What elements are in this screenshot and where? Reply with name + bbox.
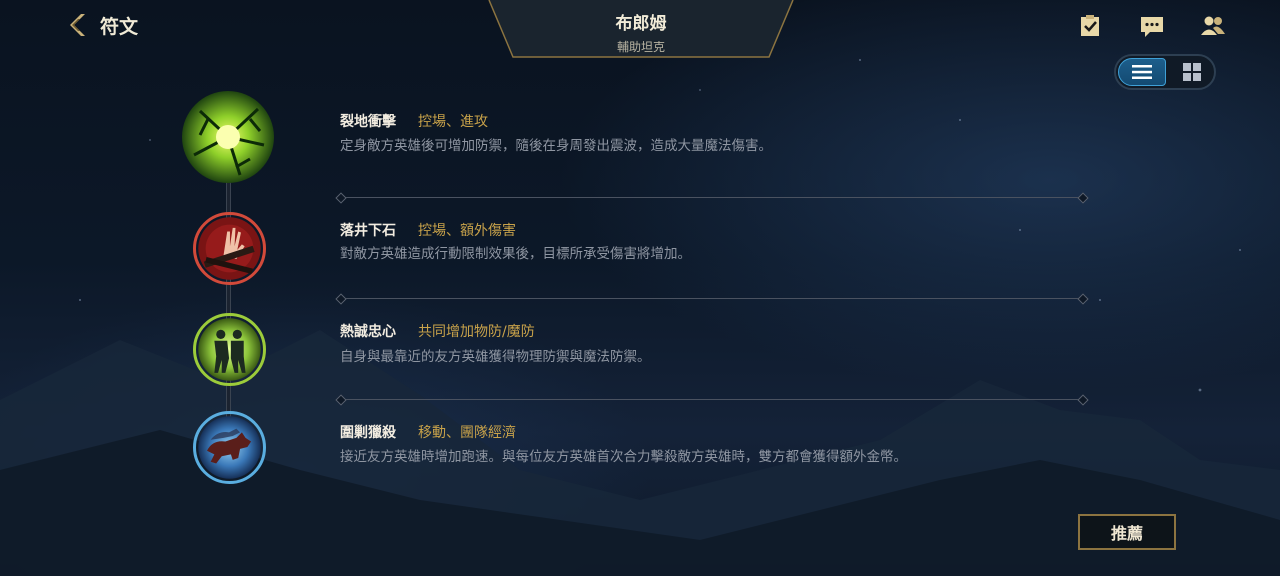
- mountain-background: [0, 59, 1280, 576]
- rune-1-tags: 控場、進攻: [418, 114, 488, 130]
- rune-1-description: 定身敵方英雄後可增加防禦，隨後在身周發出震波，造成大量魔法傷害。: [340, 138, 772, 154]
- back-button[interactable]: 符文: [62, 10, 138, 40]
- shockwave-rune-icon[interactable]: [180, 89, 276, 185]
- rune-divider: [340, 399, 1084, 400]
- friends-icon: [1201, 16, 1225, 35]
- checklist-button[interactable]: [1076, 12, 1104, 40]
- rune-3-description: 自身與最靠近的友方英雄獲得物理防禦與魔法防禦。: [340, 349, 651, 365]
- rune-4-tags: 移動、團隊經濟: [418, 425, 516, 441]
- champion-role: 輔助坦克: [616, 40, 665, 54]
- rune-2-description: 對敵方英雄造成行動限制效果後，目標所承受傷害將增加。: [340, 246, 691, 262]
- rune-3-tags: 共同增加物防/魔防: [418, 324, 535, 340]
- rune-1-name: 裂地衝擊: [340, 114, 396, 130]
- list-view-button[interactable]: [1118, 58, 1166, 86]
- recommend-button[interactable]: 推薦: [1078, 514, 1176, 550]
- champion-title-plate: 布郎姆 輔助坦克: [488, 0, 794, 58]
- checklist-icon: [1081, 15, 1099, 36]
- rune-4-description: 接近友方英雄時增加跑速。與每位友方英雄首次合力擊殺敵方英雄時，雙方都會獲得額外金…: [340, 449, 907, 465]
- chained-hand-rune-icon[interactable]: [193, 212, 266, 285]
- champion-name: 布郎姆: [615, 14, 667, 34]
- wolf-pack-rune-icon[interactable]: [193, 411, 266, 484]
- grid-view-button[interactable]: [1170, 58, 1214, 86]
- chat-icon: [1141, 17, 1163, 37]
- rune-2-name: 落井下石: [340, 223, 396, 239]
- friends-button[interactable]: [1199, 12, 1227, 40]
- back-label: 符文: [100, 15, 139, 38]
- rune-4-name: 圍剿獵殺: [340, 425, 396, 441]
- back-chevron-icon: [70, 14, 85, 36]
- twin-warriors-rune-icon[interactable]: [193, 313, 266, 386]
- chat-button[interactable]: [1138, 12, 1166, 40]
- rune-divider: [340, 197, 1084, 198]
- rune-divider: [340, 298, 1084, 299]
- grid-icon: [1183, 63, 1201, 81]
- view-toggle: [1114, 54, 1216, 90]
- list-icon: [1132, 65, 1152, 79]
- rune-2-tags: 控場、額外傷害: [418, 223, 516, 239]
- rune-3-name: 熱誠忠心: [340, 324, 396, 340]
